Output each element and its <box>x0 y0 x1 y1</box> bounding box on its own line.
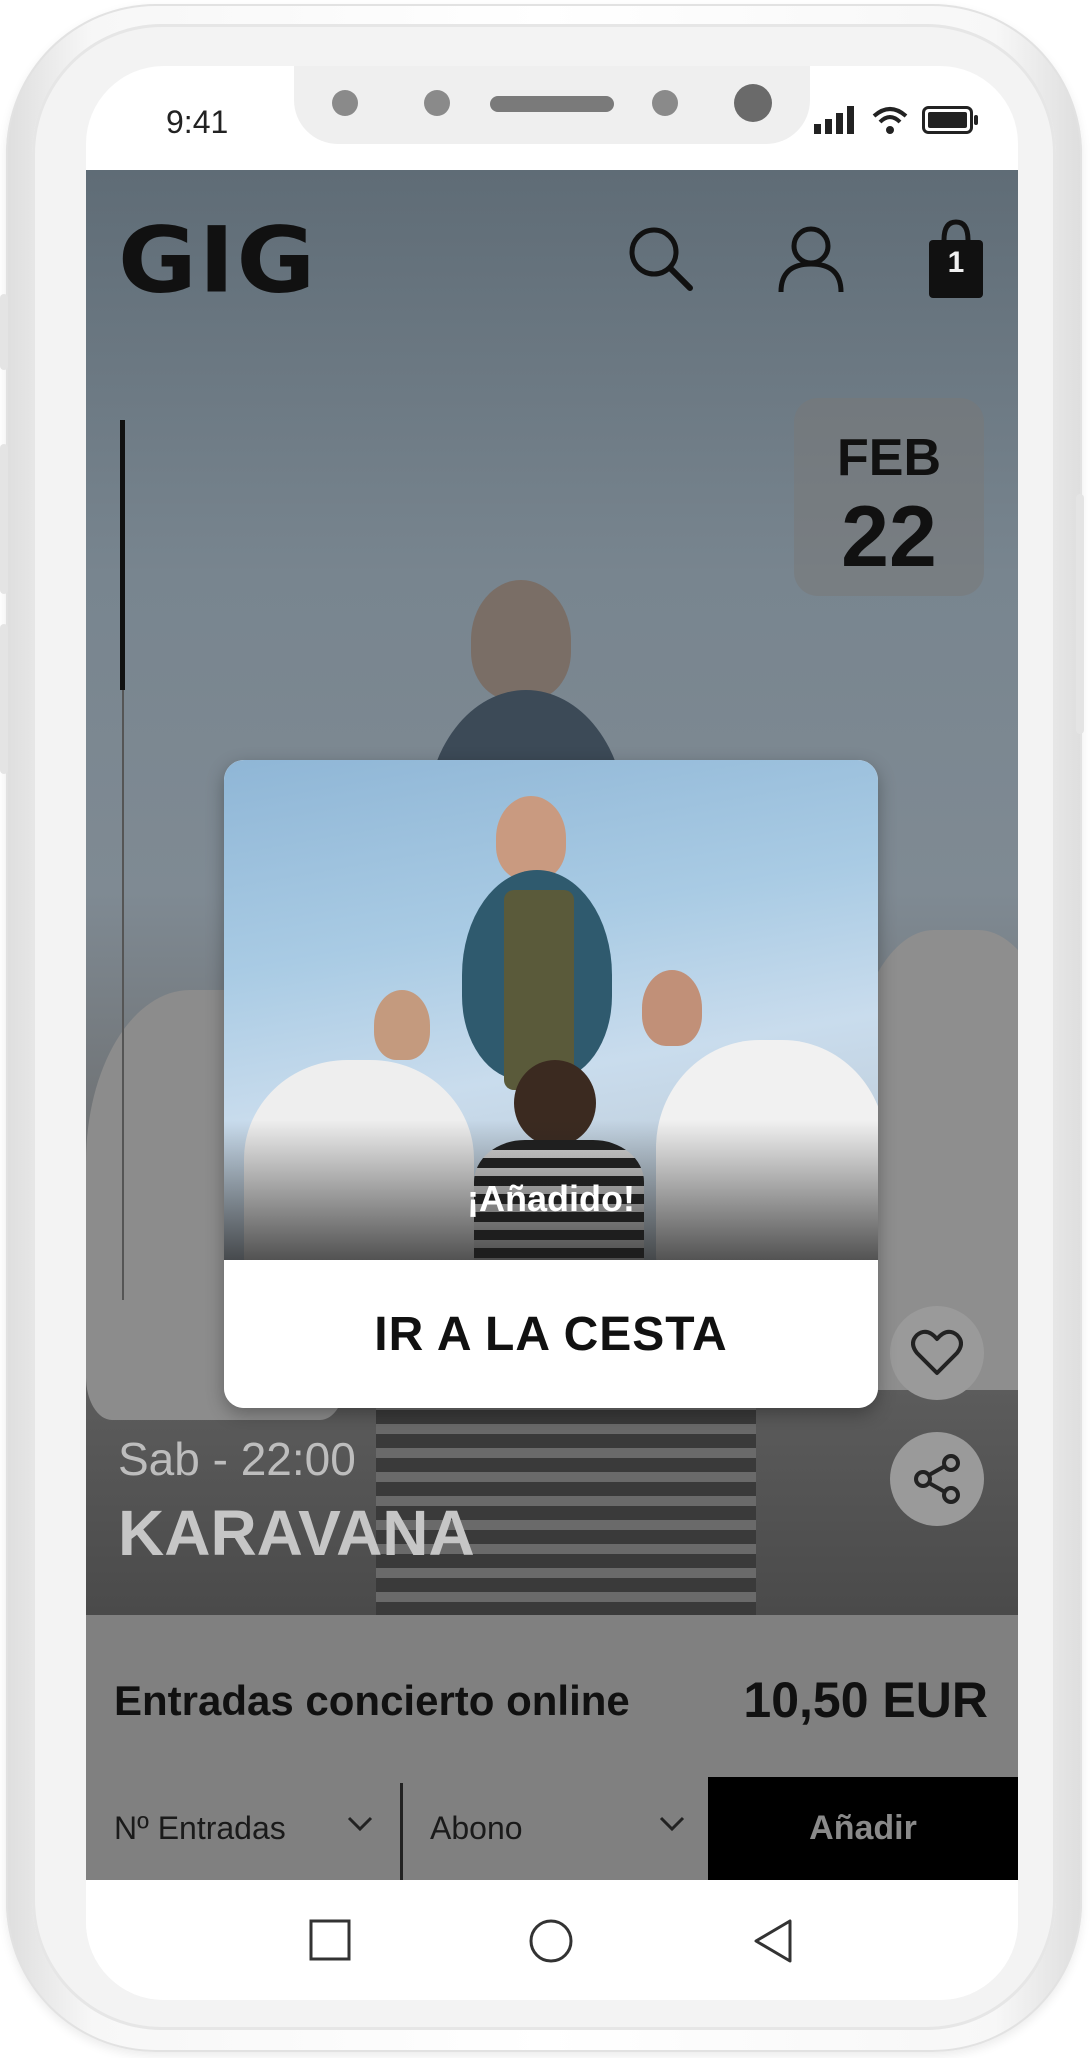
photo-figure <box>496 796 566 880</box>
add-to-cart-button[interactable]: Añadir <box>708 1777 1018 1880</box>
triangle-back-icon[interactable] <box>752 1918 794 1964</box>
photo-figure <box>374 990 430 1060</box>
system-nav-bar <box>86 1880 1018 2000</box>
cart-count-badge: 1 <box>947 246 965 279</box>
square-icon[interactable] <box>308 1918 352 1962</box>
date-month: FEB <box>837 429 941 487</box>
added-confirmation-text: ¡Añadido! <box>467 1178 635 1219</box>
phone-side-button <box>0 294 8 370</box>
event-name: KARAVANA <box>118 1497 475 1569</box>
added-to-cart-modal: ¡Añadido! IR A LA CESTA <box>224 760 878 1408</box>
ticket-title: Entradas concierto online <box>114 1677 630 1724</box>
speaker-grille <box>490 96 614 112</box>
wifi-icon <box>872 107 908 134</box>
share-button[interactable] <box>890 1432 984 1526</box>
phone-side-button <box>0 444 8 594</box>
photo-figure <box>642 970 702 1046</box>
progress-indicator <box>120 420 125 690</box>
phone-notch <box>294 66 810 144</box>
phone-side-button <box>0 624 8 774</box>
background-photo-figure <box>471 580 571 700</box>
battery-icon <box>922 106 978 134</box>
chevron-down-icon <box>659 1816 685 1832</box>
cart-button[interactable]: 1 <box>926 218 986 300</box>
quantity-select[interactable]: Nº Entradas <box>114 1777 394 1880</box>
sensor-dot <box>424 90 450 116</box>
share-icon <box>914 1454 960 1504</box>
ticket-type-select-label: Abono <box>430 1810 523 1846</box>
select-divider <box>400 1783 403 1880</box>
event-time: Sab - 22:00 <box>118 1433 356 1485</box>
ticket-bar: Entradas concierto online 10,50 EUR Nº E… <box>86 1615 1018 1880</box>
phone-side-button <box>1076 494 1084 734</box>
go-to-cart-button[interactable]: IR A LA CESTA <box>224 1260 878 1408</box>
status-time: 9:41 <box>166 104 229 140</box>
user-icon[interactable] <box>776 224 846 294</box>
date-badge: FEB 22 <box>794 398 984 596</box>
circle-icon[interactable] <box>528 1918 574 1964</box>
sensor-dot <box>652 90 678 116</box>
chevron-down-icon <box>347 1816 373 1832</box>
front-camera <box>734 84 772 122</box>
status-icons <box>814 106 980 134</box>
quantity-select-label: Nº Entradas <box>114 1810 286 1846</box>
sensor-dot <box>332 90 358 116</box>
event-screen: GIG 1 FEB 22 Sab - 22:00 KARAVANA Entrad… <box>86 170 1018 1880</box>
heart-icon <box>911 1329 963 1375</box>
ticket-price: 10,50 EUR <box>743 1672 988 1728</box>
favorite-button[interactable] <box>890 1306 984 1400</box>
screen: 9:41 GIG 1 FEB 22 Sab - 22:00 KARAVANA E… <box>86 66 1018 2000</box>
phone-frame: 9:41 GIG 1 FEB 22 Sab - 22:00 KARAVANA E… <box>0 4 1084 2052</box>
search-icon[interactable] <box>626 224 696 294</box>
ticket-type-select[interactable]: Abono <box>430 1777 700 1880</box>
signal-icon <box>814 106 854 134</box>
date-day: 22 <box>841 489 937 585</box>
app-logo[interactable]: GIG <box>118 214 317 305</box>
